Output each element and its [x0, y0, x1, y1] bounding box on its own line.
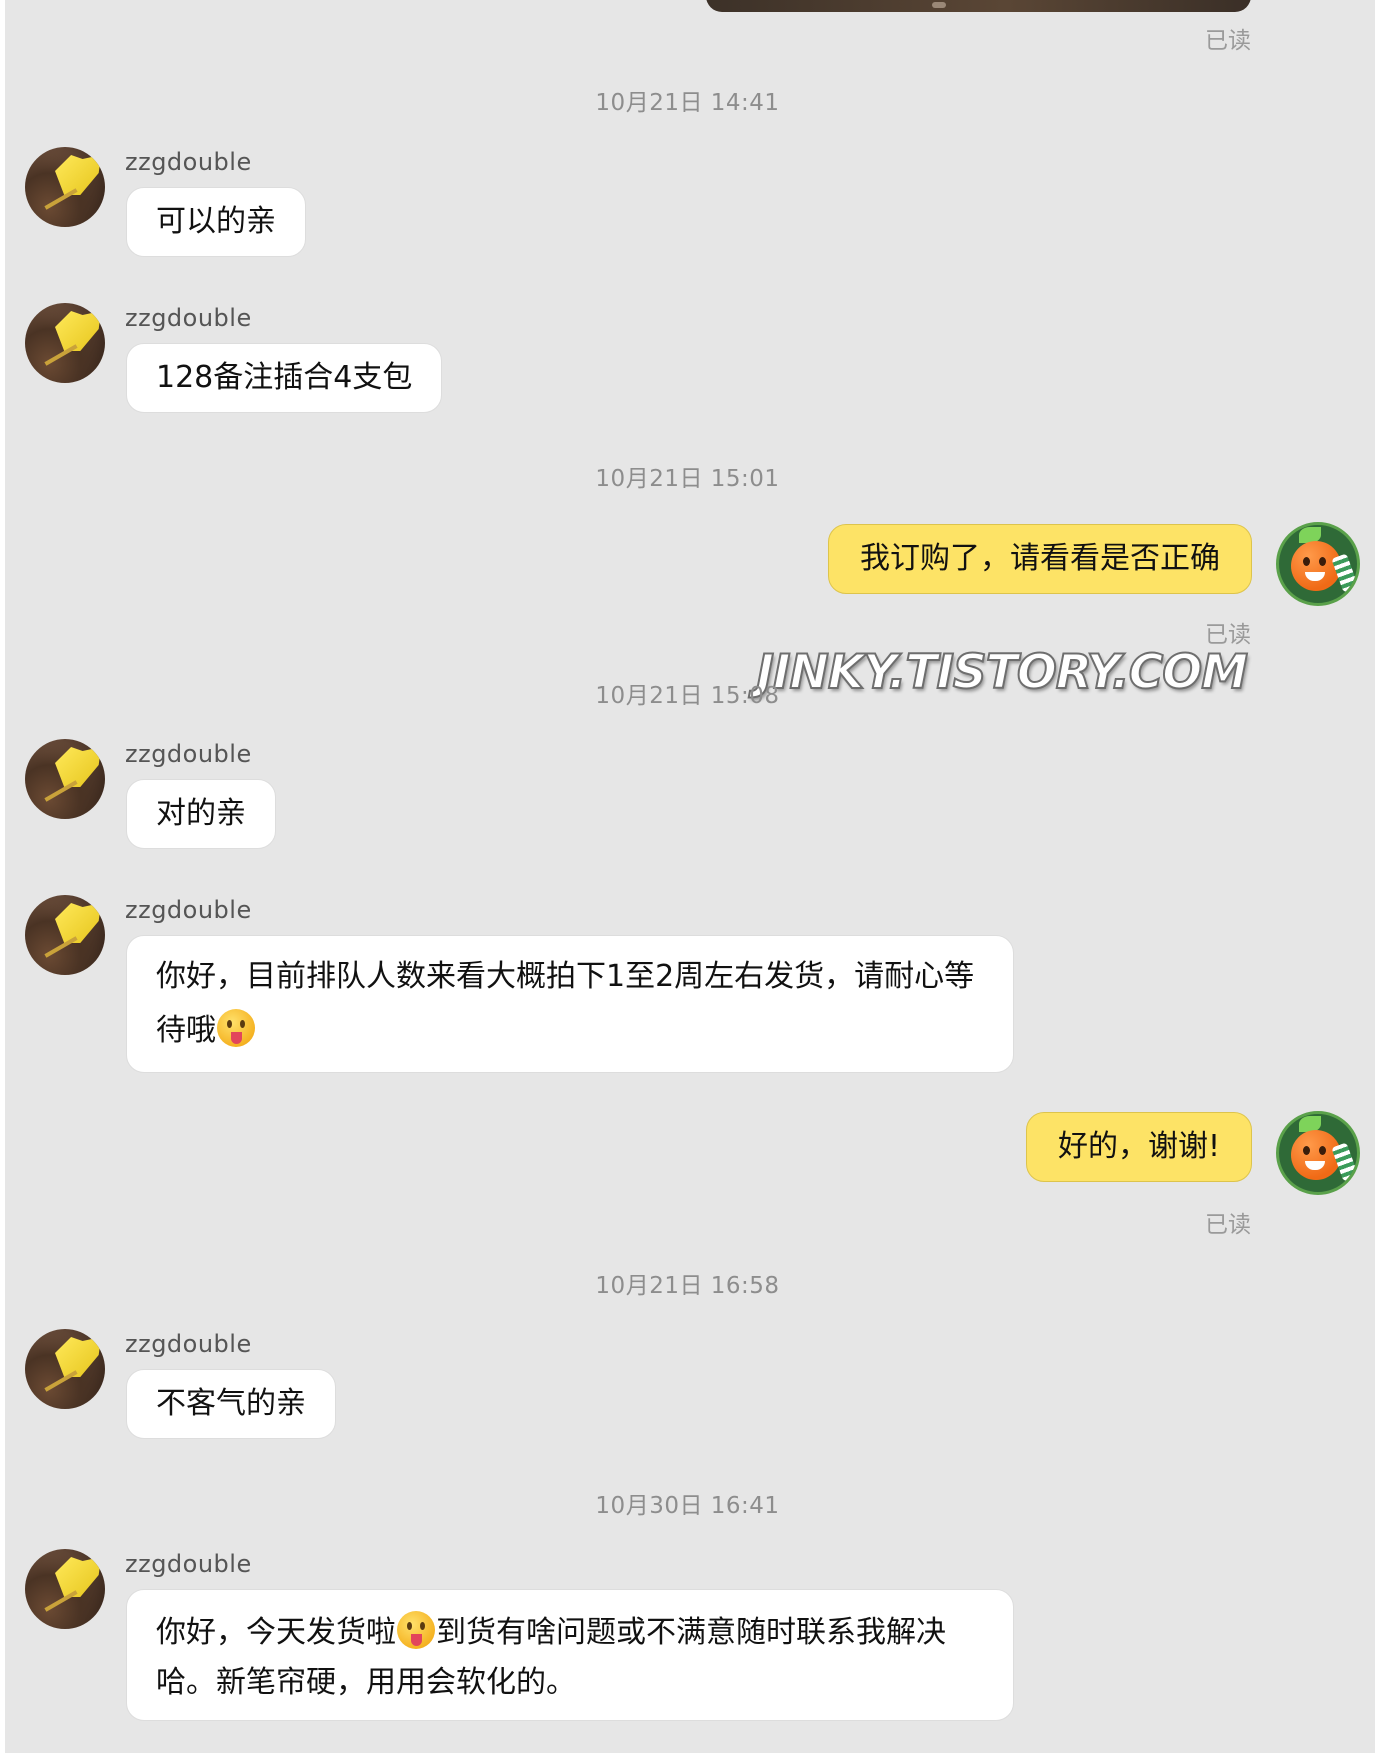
avatar-leaf [55, 747, 101, 787]
message-bubble-seller[interactable]: 你好，今天发货啦 到货有啥问题或不满意随时联系我解决哈。新笔帘硬，用用会软化的。 [126, 1589, 1014, 1721]
seller-username: zzgdouble [125, 896, 252, 924]
timestamp: 10月30日 16:41 [595, 1493, 780, 1519]
avatar-stem [44, 188, 78, 210]
read-receipt: 已读 [1205, 622, 1251, 648]
message-bubble-seller[interactable]: 可以的亲 [126, 187, 306, 257]
avatar-leaf [55, 311, 101, 351]
timestamp: 10月21日 15:01 [595, 466, 780, 492]
timestamp: 10月21日 14:41 [595, 90, 780, 116]
message-bubble-seller[interactable]: 128备注插合4支包 [126, 343, 443, 413]
seller-username: zzgdouble [125, 1330, 252, 1358]
message-bubble-me[interactable]: 我订购了，请看看是否正确 [828, 524, 1252, 594]
avatar-stem [44, 780, 78, 802]
seller-avatar[interactable] [25, 739, 105, 819]
seller-username: zzgdouble [125, 1550, 252, 1578]
read-receipt: 已读 [1205, 1212, 1251, 1238]
timestamp: 10月21日 15:08 [595, 683, 780, 709]
read-receipt: 已读 [1205, 28, 1251, 54]
seller-avatar[interactable] [25, 303, 105, 383]
seller-username: zzgdouble [125, 148, 252, 176]
avatar-stem [44, 1590, 78, 1612]
avatar-stem [44, 936, 78, 958]
my-avatar[interactable] [1276, 522, 1360, 606]
message-text: 你好，目前排队人数来看大概拍下1至2周左右发货，请耐心等待哦 [156, 959, 975, 1048]
message-text: 你好，今天发货啦 [156, 1615, 396, 1650]
sent-image-message[interactable] [706, 0, 1251, 12]
avatar-leaf [55, 1557, 101, 1597]
seller-username: zzgdouble [125, 740, 252, 768]
seller-avatar[interactable] [25, 1329, 105, 1409]
my-avatar[interactable] [1276, 1111, 1360, 1195]
avatar-stem [44, 1370, 78, 1392]
message-bubble-me[interactable]: 好的，谢谢! [1025, 1112, 1252, 1182]
message-bubble-seller[interactable]: 你好，目前排队人数来看大概拍下1至2周左右发货，请耐心等待哦 [126, 935, 1014, 1073]
image-indicator [932, 2, 946, 8]
tongue-out-emoji-icon [397, 1611, 435, 1649]
seller-avatar[interactable] [25, 1549, 105, 1629]
timestamp: 10月21日 16:58 [595, 1273, 780, 1299]
seller-username: zzgdouble [125, 304, 252, 332]
message-bubble-seller[interactable]: 不客气的亲 [126, 1369, 336, 1439]
seller-avatar[interactable] [25, 147, 105, 227]
avatar-leaf [55, 903, 101, 943]
tongue-out-emoji-icon [217, 1009, 255, 1047]
avatar-stem [44, 344, 78, 366]
avatar-leaf [55, 1337, 101, 1377]
message-bubble-seller[interactable]: 对的亲 [126, 779, 276, 849]
seller-avatar[interactable] [25, 895, 105, 975]
avatar-leaf [55, 155, 101, 195]
